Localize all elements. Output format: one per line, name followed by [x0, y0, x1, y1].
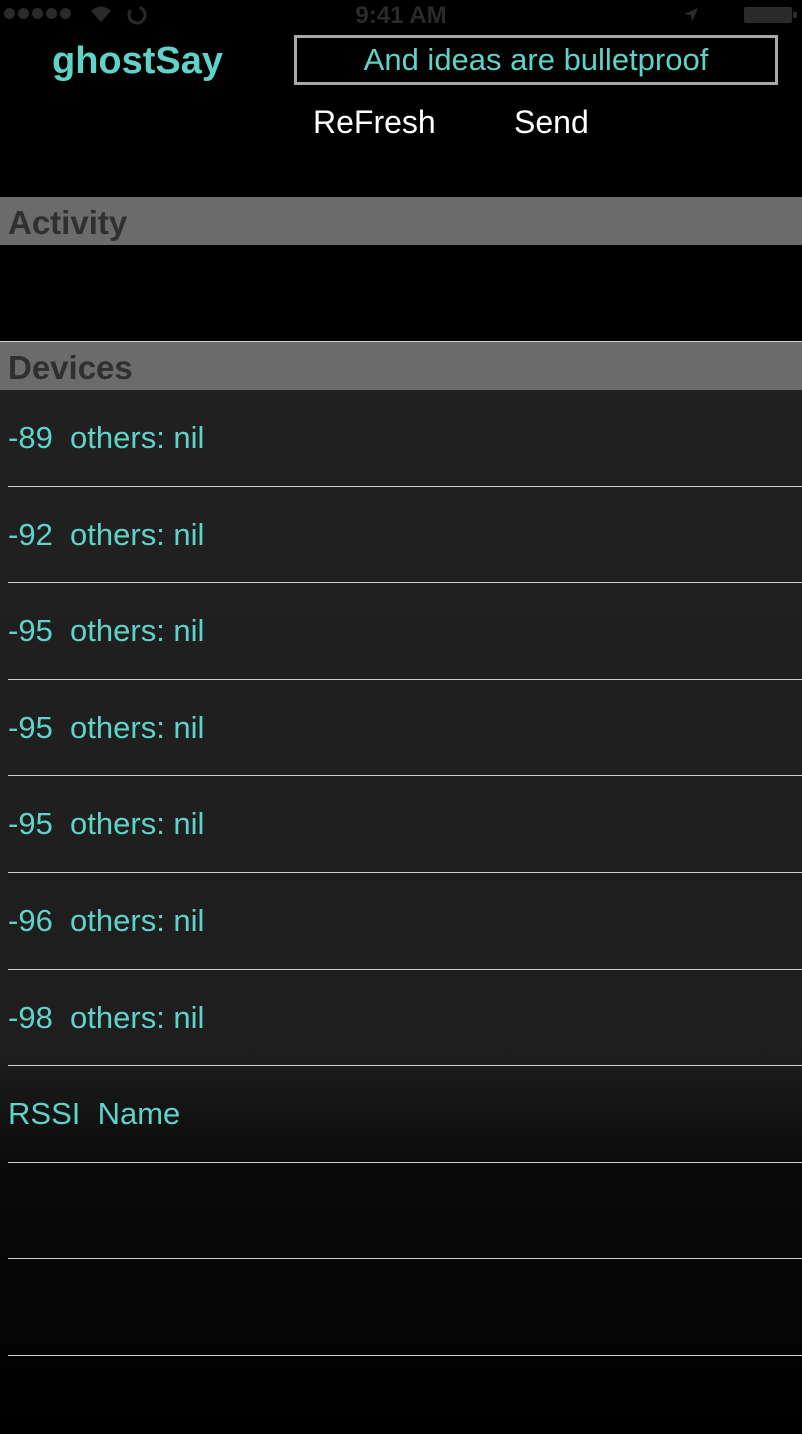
send-button[interactable]: Send — [514, 104, 589, 141]
device-row-label: -98 others: nil — [8, 1000, 204, 1036]
device-name: others: nil — [70, 516, 205, 552]
device-row-label: RSSI Name — [8, 1096, 180, 1132]
app-title: ghostSay — [52, 40, 224, 82]
activity-section-header: Activity — [0, 197, 802, 245]
device-list[interactable]: -89 others: nil -92 others: nil -95 others… — [0, 390, 802, 1434]
device-row-label: -92 others: nil — [8, 517, 204, 553]
message-input[interactable] — [294, 35, 778, 85]
refresh-button[interactable]: ReFresh — [313, 104, 436, 141]
device-row[interactable] — [0, 1259, 802, 1356]
device-rssi: -92 — [8, 516, 53, 552]
device-rssi: RSSI — [8, 1096, 81, 1132]
device-rssi: -96 — [8, 902, 53, 938]
device-name: others: nil — [70, 902, 205, 938]
device-row[interactable]: -98 others: nil — [0, 970, 802, 1067]
app-screen: 9:41 AM ghostSay ReFresh Send Activity D… — [0, 0, 802, 1434]
device-row[interactable] — [0, 1163, 802, 1260]
device-row[interactable]: -96 others: nil — [0, 873, 802, 970]
device-name: Name — [97, 1096, 181, 1132]
device-row-label: -95 others: nil — [8, 806, 204, 842]
device-row[interactable]: -95 others: nil — [0, 776, 802, 873]
device-row[interactable] — [0, 1356, 802, 1434]
device-name: others: nil — [70, 420, 205, 455]
device-rssi: -95 — [8, 806, 53, 842]
device-row[interactable]: -95 others: nil — [0, 583, 802, 680]
device-row-label: -95 others: nil — [8, 710, 204, 746]
device-row-label: -95 others: nil — [8, 613, 204, 649]
devices-section-header: Devices — [0, 342, 802, 390]
location-arrow-icon — [684, 8, 698, 22]
activity-area — [0, 245, 802, 342]
device-row[interactable]: -89 others: nil — [0, 390, 802, 487]
device-rssi: -89 — [8, 420, 53, 455]
battery-icon — [744, 7, 797, 23]
device-row[interactable]: RSSI Name — [0, 1066, 802, 1163]
device-name: others: nil — [70, 999, 205, 1035]
device-row-label: -96 others: nil — [8, 903, 204, 939]
device-row[interactable]: -92 others: nil — [0, 487, 802, 584]
status-bar: 9:41 AM — [0, 0, 802, 30]
device-rssi: -95 — [8, 709, 53, 745]
device-name: others: nil — [70, 613, 205, 649]
device-name: others: nil — [70, 806, 205, 842]
device-row[interactable]: -95 others: nil — [0, 680, 802, 777]
device-row-label: -89 others: nil — [8, 420, 204, 456]
device-rssi: -95 — [8, 613, 53, 649]
device-name: others: nil — [70, 709, 205, 745]
device-rssi: -98 — [8, 999, 53, 1035]
